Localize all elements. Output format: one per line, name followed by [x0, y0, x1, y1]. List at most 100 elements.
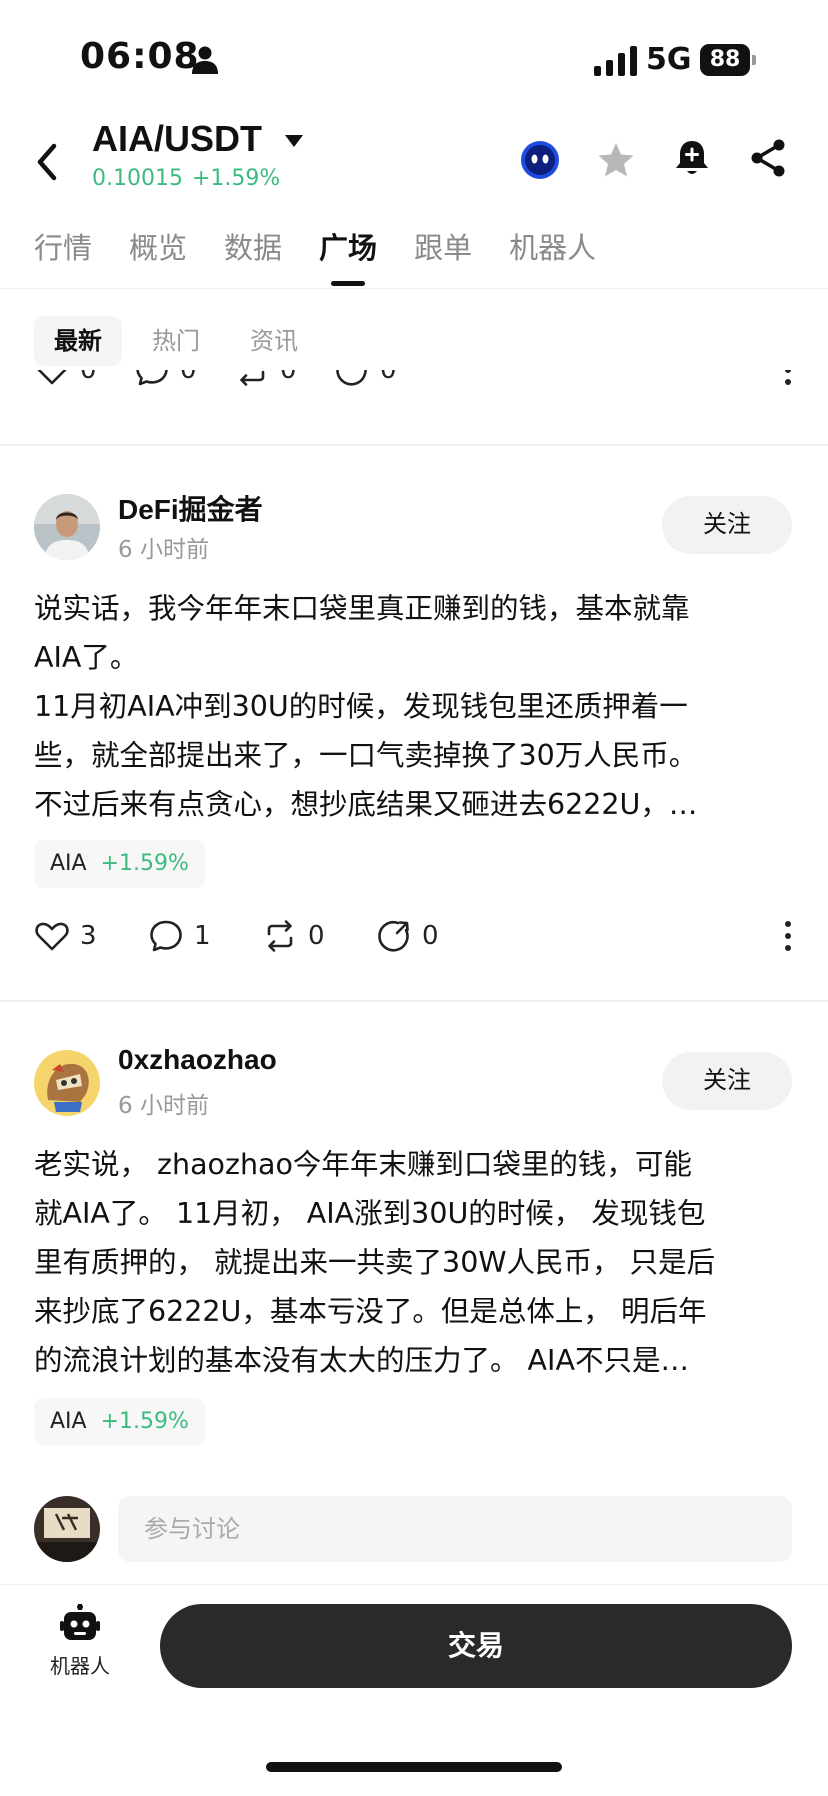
comment-action[interactable]: 0: [134, 370, 197, 390]
post-time: 6 小时前: [118, 1093, 209, 1119]
repost-icon: [240, 370, 265, 386]
post-line: 11月初AIA冲到30U的时候，发现钱包里还质押着一: [34, 690, 688, 723]
like-action[interactable]: 3: [34, 916, 97, 956]
pair-price: 0.10015: [92, 166, 183, 191]
my-avatar-image: [34, 1496, 100, 1562]
share-count: 0: [422, 921, 439, 951]
tab-robot[interactable]: 机器人: [509, 220, 596, 290]
robot-icon: [60, 1604, 100, 1640]
subtab-hot[interactable]: 热门: [132, 316, 220, 366]
star-icon[interactable]: [596, 140, 636, 180]
coin-tag[interactable]: AIA +1.59%: [34, 840, 205, 888]
main-tabs: 行情 概览 数据 广场 跟单 机器人: [34, 220, 633, 290]
subtab-news[interactable]: 资讯: [230, 316, 318, 366]
share-arrow-icon: [378, 921, 409, 952]
post-line: AIA了。: [34, 641, 139, 674]
share-icon[interactable]: [748, 138, 788, 178]
page-header: AIA/USDT 0.10015 +1.59%: [0, 110, 828, 210]
post-actions: 3 1 0 0: [34, 916, 794, 956]
back-arrow-icon[interactable]: [30, 140, 64, 184]
tab-overview[interactable]: 概览: [129, 220, 187, 290]
battery-indicator: 88: [700, 44, 756, 76]
post-line: 里有质押的， 就提出来一共卖了30W人民币， 只是后: [34, 1246, 716, 1279]
post-line: 老实说， zhaozhao今年年末赚到口袋里的钱，可能: [34, 1148, 692, 1181]
pair-title[interactable]: AIA/USDT: [92, 118, 262, 160]
like-count: 3: [80, 921, 97, 951]
avatar-illustration: [34, 1050, 100, 1116]
avatar-photo: [34, 494, 100, 560]
comment-count: 1: [194, 921, 211, 951]
repost-count: 0: [308, 921, 325, 951]
heart-icon: [35, 922, 69, 951]
more-vertical-icon[interactable]: [782, 370, 794, 388]
avatar[interactable]: [34, 494, 100, 560]
post-body[interactable]: 说实话，我今年年末口袋里真正赚到的钱，基本就靠 AIA了。 11月初AIA冲到3…: [34, 584, 794, 829]
post-line: 不过后来有点贪心，想抄底结果又砸进去6222U，…: [34, 788, 698, 821]
robot-button[interactable]: 机器人: [40, 1604, 120, 1694]
subtab-latest[interactable]: 最新: [34, 316, 122, 366]
post-card: 0xzhaozhao 6 小时前 关注 老实说， zhaozhao今年年末赚到口…: [0, 1044, 828, 1450]
my-avatar[interactable]: [34, 1496, 100, 1562]
repost-count: 0: [280, 370, 297, 385]
repost-icon: [267, 920, 293, 952]
status-bar: 06:08 5G 88: [0, 0, 828, 120]
share-arrow-icon: [336, 370, 367, 386]
bottom-divider: [0, 1584, 828, 1585]
username[interactable]: DeFi掘金者: [118, 488, 263, 528]
follow-button[interactable]: 关注: [662, 1052, 792, 1110]
post-separator: [0, 1000, 828, 1002]
partial-post-actions: 0 0 0 0: [34, 370, 794, 394]
signal-icon: [594, 46, 637, 76]
share-action[interactable]: 0: [334, 370, 397, 390]
tag-change: +1.59%: [100, 851, 189, 876]
post-body[interactable]: 老实说， zhaozhao今年年末赚到口袋里的钱，可能 就AIA了。 11月初，…: [34, 1140, 794, 1385]
tab-square[interactable]: 广场: [319, 220, 377, 290]
more-vertical-icon[interactable]: [782, 918, 794, 954]
network-label: 5G: [646, 42, 692, 77]
comment-count: 0: [180, 370, 197, 385]
battery-level: 88: [700, 44, 750, 76]
post-line: 来抄底了6222U，基本亏没了。但是总体上， 明后年: [34, 1295, 707, 1328]
pair-change: +1.59%: [192, 166, 281, 191]
repost-action[interactable]: 0: [262, 916, 325, 956]
post-card: DeFi掘金者 6 小时前 关注 说实话，我今年年末口袋里真正赚到的钱，基本就靠…: [0, 494, 828, 1004]
repost-action[interactable]: 0: [234, 370, 297, 390]
post-line: 就AIA了。 11月初， AIA涨到30U的时候， 发现钱包: [34, 1197, 706, 1230]
tab-data[interactable]: 数据: [224, 220, 282, 290]
post-line: 些，就全部提出来了，一口气卖掉换了30万人民币。: [34, 739, 698, 772]
like-count: 0: [80, 370, 97, 385]
tag-change: +1.59%: [100, 1409, 189, 1434]
tab-market[interactable]: 行情: [34, 220, 92, 290]
sub-tabs: 最新 热门 资讯: [34, 316, 328, 366]
heart-icon: [37, 370, 67, 385]
like-action[interactable]: 0: [34, 370, 97, 390]
tag-symbol: AIA: [50, 851, 87, 876]
status-time: 06:08: [80, 36, 200, 77]
robot-label: 机器人: [50, 1654, 110, 1678]
tab-copy-trade[interactable]: 跟单: [414, 220, 472, 290]
avatar[interactable]: [34, 1050, 100, 1116]
share-action[interactable]: 0: [376, 916, 439, 956]
coin-tag[interactable]: AIA +1.59%: [34, 1398, 205, 1446]
comment-bar: [0, 1496, 828, 1568]
battery-cap: [752, 55, 756, 65]
post-separator: [0, 444, 828, 446]
username[interactable]: 0xzhaozhao: [118, 1044, 277, 1076]
trade-button[interactable]: 交易: [160, 1604, 792, 1688]
comment-icon: [136, 370, 168, 386]
mascot-icon[interactable]: [520, 140, 560, 180]
caret-down-icon[interactable]: [284, 134, 304, 148]
follow-button[interactable]: 关注: [662, 496, 792, 554]
post-time: 6 小时前: [118, 537, 209, 563]
tabs-divider: [0, 288, 828, 289]
home-indicator[interactable]: [266, 1762, 562, 1772]
bell-plus-icon[interactable]: [674, 138, 710, 178]
post-line: 说实话，我今年年末口袋里真正赚到的钱，基本就靠: [34, 592, 690, 625]
comment-icon: [150, 920, 182, 952]
person-icon: [192, 46, 218, 74]
comment-input[interactable]: [118, 1496, 792, 1562]
share-count: 0: [380, 370, 397, 385]
comment-action[interactable]: 1: [148, 916, 211, 956]
post-line: 的流浪计划的基本没有太大的压力了。 AIA不只是…: [34, 1344, 689, 1377]
partial-action-row: 0 0 0 0: [34, 370, 794, 390]
